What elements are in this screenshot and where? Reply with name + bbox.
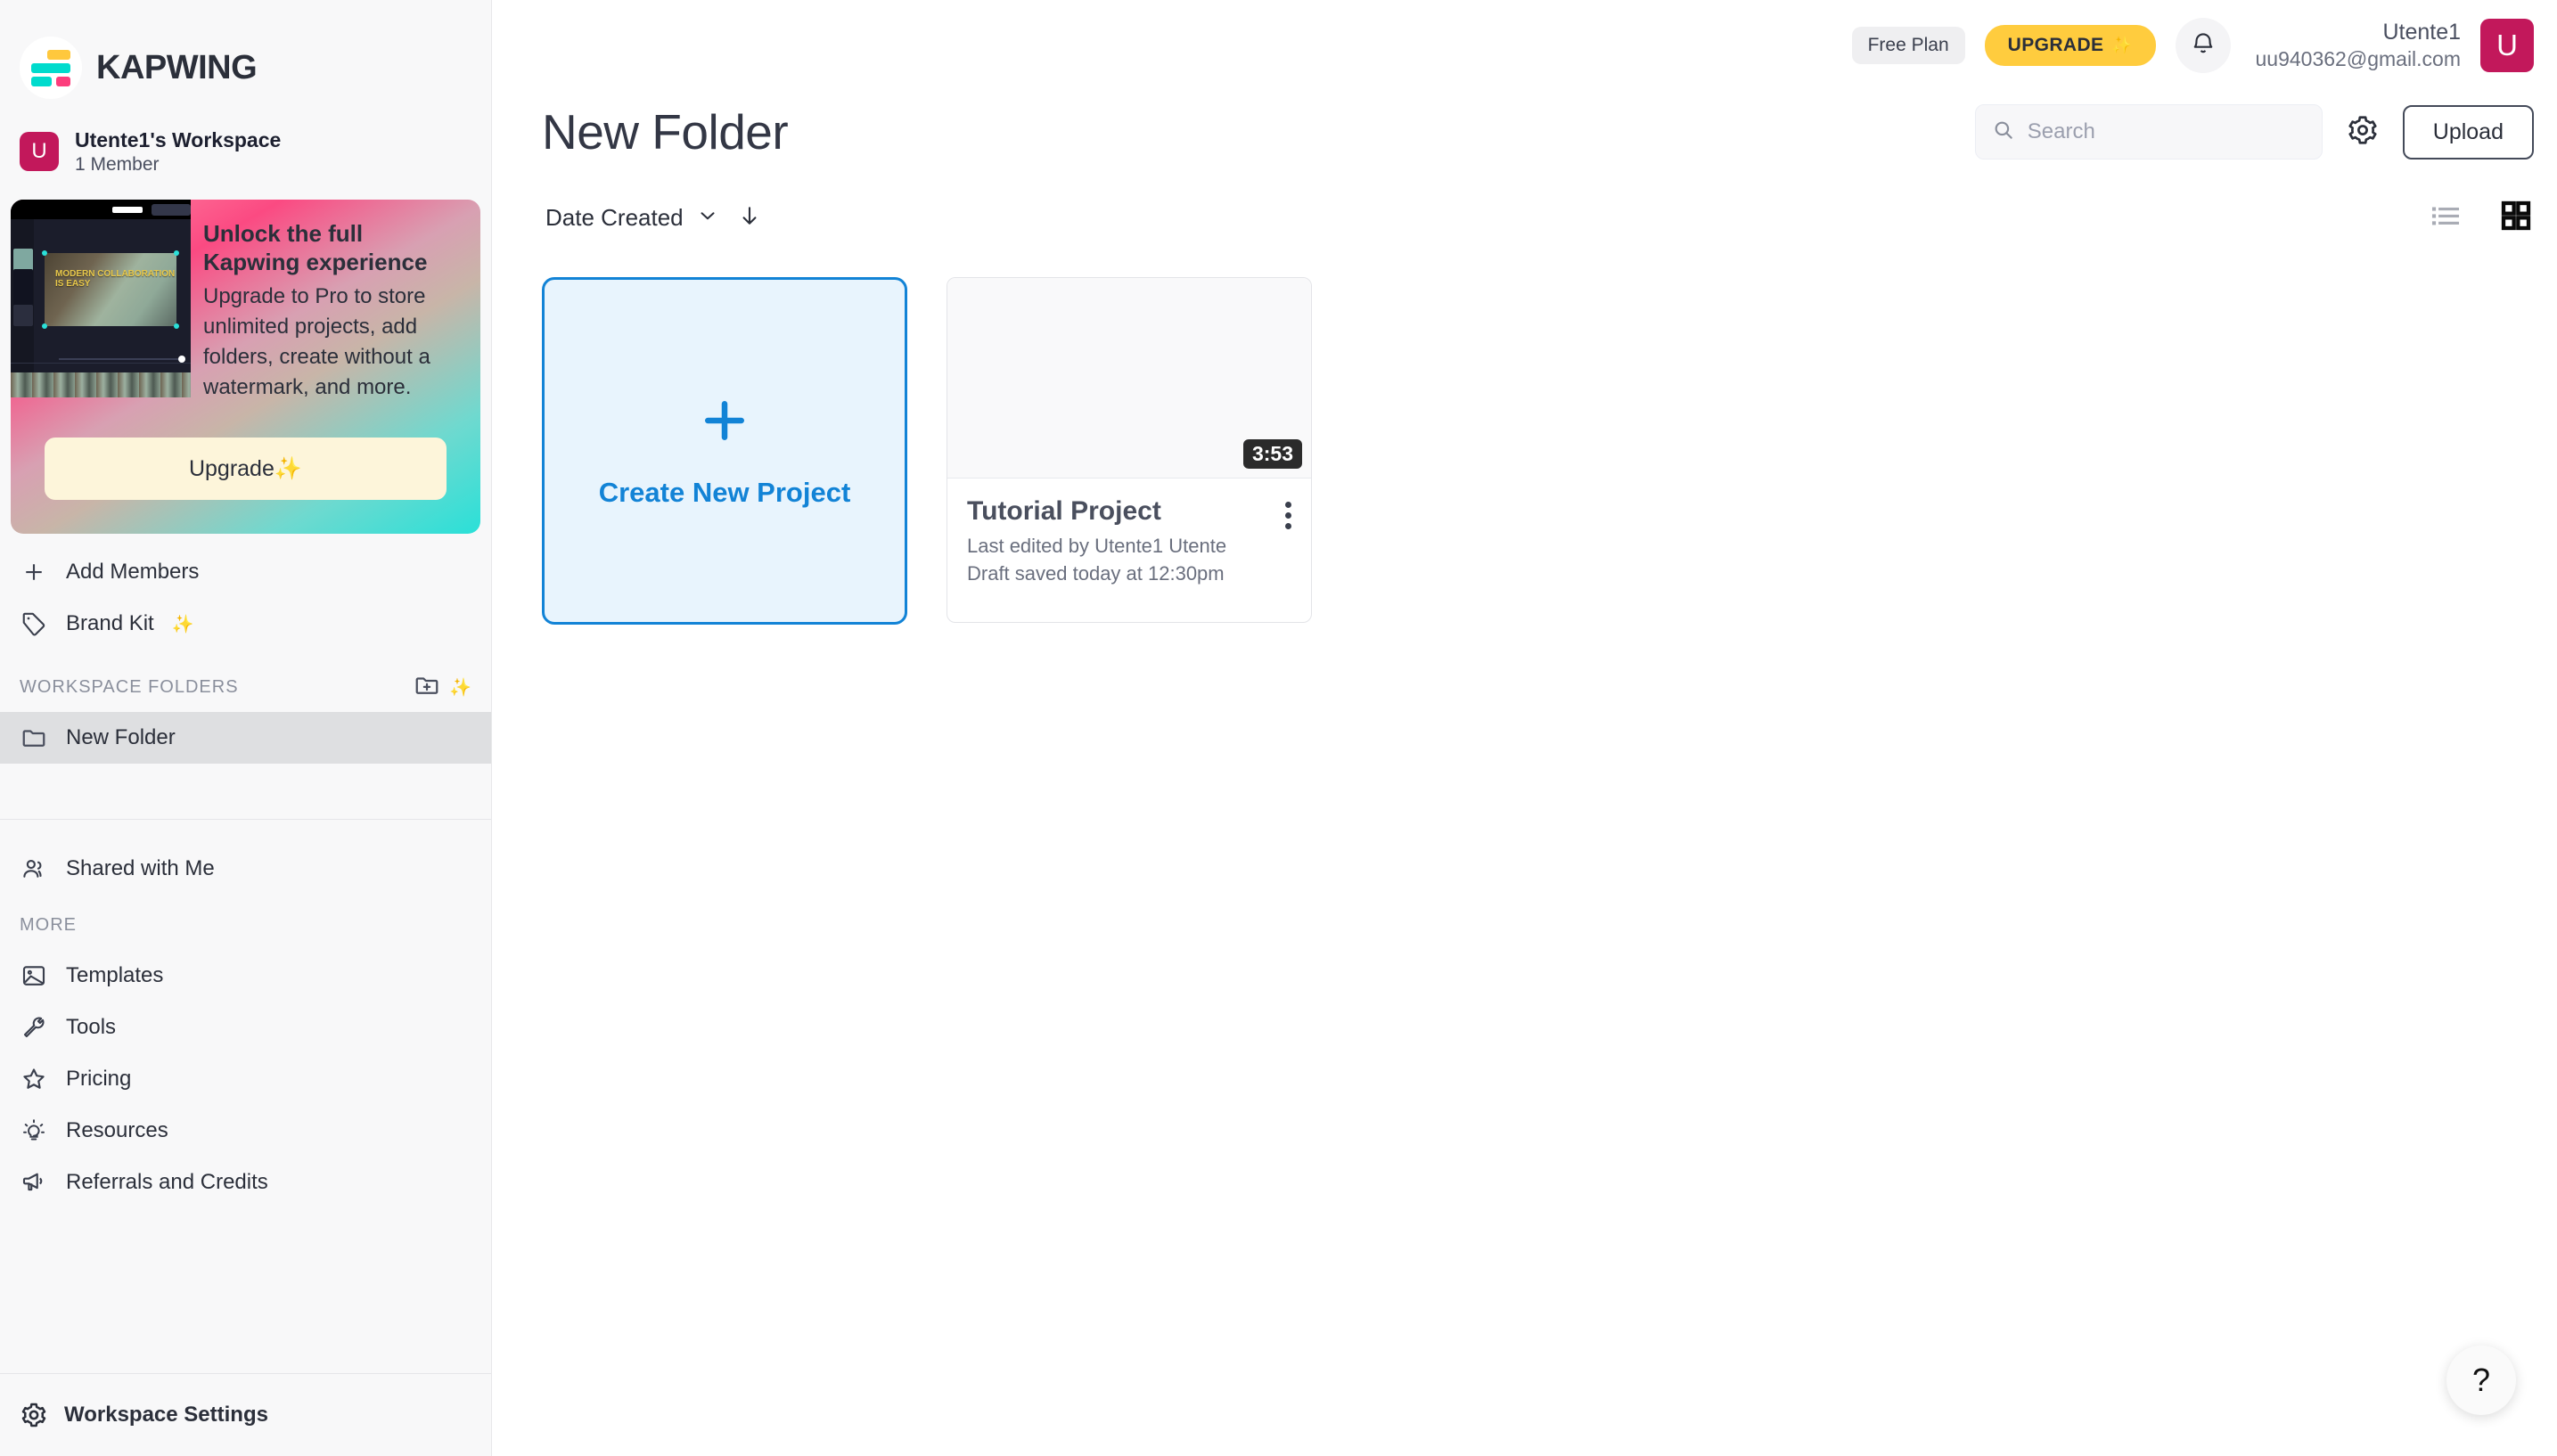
list-view-icon[interactable] <box>2429 199 2463 237</box>
main-content: Free Plan UPGRADE ✨ Utente1 uu940362@gma… <box>492 0 2557 1456</box>
search-box[interactable] <box>1974 104 2323 160</box>
sidebar-item-brand-kit[interactable]: Brand Kit ✨ <box>0 598 491 650</box>
arrow-down-icon[interactable] <box>737 203 762 233</box>
plus-icon <box>20 558 48 586</box>
megaphone-icon <box>20 1168 48 1197</box>
workspace-member-count: 1 Member <box>75 153 160 175</box>
create-new-project-label: Create New Project <box>598 476 851 508</box>
chevron-down-icon[interactable] <box>696 204 719 232</box>
plus-icon <box>698 394 751 452</box>
folder-plus-icon[interactable] <box>414 672 440 703</box>
sidebar-item-add-members[interactable]: Add Members <box>0 546 491 598</box>
workspace-title: Utente1's Workspace <box>75 127 282 151</box>
workspace-switcher[interactable]: U Utente1's Workspace 1 Member <box>0 118 491 185</box>
sort-control[interactable]: Date Created <box>545 203 762 233</box>
page-header: New Folder Upload <box>492 91 2557 160</box>
search-input[interactable] <box>2027 119 2306 144</box>
promo-body: Upgrade to Pro to store unlimited projec… <box>203 284 430 399</box>
sidebar-footer: Workspace Settings <box>0 1373 491 1456</box>
sidebar-item-label: Pricing <box>66 1067 132 1091</box>
sidebar-item-new-folder[interactable]: New Folder <box>0 712 491 764</box>
sidebar-item-label: Brand Kit <box>66 611 154 635</box>
sidebar-item-label: Referrals and Credits <box>66 1170 268 1194</box>
project-draft-saved: Draft saved today at 12:30pm <box>967 562 1225 585</box>
folder-icon <box>20 724 48 752</box>
sidebar-item-label: Resources <box>66 1118 168 1142</box>
sidebar-item-label: Templates <box>66 963 164 987</box>
kebab-menu-icon[interactable] <box>1282 498 1295 533</box>
sparkle-icon: ✨ <box>274 455 303 481</box>
star-icon <box>20 1065 48 1093</box>
sort-label: Date Created <box>545 204 684 231</box>
grid-view-icon[interactable] <box>2498 198 2534 238</box>
create-new-project-card[interactable]: Create New Project <box>542 277 907 625</box>
upgrade-button[interactable]: UPGRADE ✨ <box>1984 25 2156 66</box>
project-card[interactable]: 3:53 Tutorial Project Last edited by Ute… <box>947 277 1312 623</box>
image-icon <box>20 961 48 990</box>
kapwing-logo-icon <box>20 37 82 99</box>
upgrade-label: UPGRADE <box>2007 35 2104 55</box>
content-toolbar: Date Created <box>492 160 2557 238</box>
lightbulb-icon <box>20 1117 48 1145</box>
section-title: WORKSPACE FOLDERS <box>20 676 239 697</box>
sidebar-item-tools[interactable]: Tools <box>0 1002 491 1053</box>
upgrade-promo-card[interactable]: MODERN COLLABORATION IS EASY Unlock the … <box>11 200 480 534</box>
project-last-edited: Last edited by Utente1 Utente <box>967 535 1227 557</box>
brand-row[interactable]: KAPWING <box>0 0 491 116</box>
top-bar: Free Plan UPGRADE ✨ Utente1 uu940362@gma… <box>492 0 2557 91</box>
sidebar-item-label: New Folder <box>66 725 176 749</box>
promo-thumb-caption: MODERN COLLABORATION IS EASY <box>55 269 176 289</box>
question-mark-icon: ? <box>2471 1362 2491 1398</box>
search-icon <box>1992 119 2015 146</box>
sidebar-divider <box>0 819 491 820</box>
user-email: uu940362@gmail.com <box>2255 47 2461 70</box>
section-title: MORE <box>20 914 77 935</box>
user-name: Utente1 <box>2382 20 2461 45</box>
sidebar-item-label: Workspace Settings <box>64 1403 268 1427</box>
avatar[interactable]: U <box>2480 19 2534 72</box>
sidebar-item-resources[interactable]: Resources <box>0 1105 491 1157</box>
sparkle-icon: ✨ <box>171 614 194 634</box>
promo-upgrade-button[interactable]: Upgrade ✨ <box>45 438 447 500</box>
project-thumbnail: 3:53 <box>947 278 1311 479</box>
settings-gear-icon[interactable] <box>2346 113 2380 151</box>
upload-button[interactable]: Upload <box>2402 104 2534 160</box>
user-info[interactable]: Utente1 uu940362@gmail.com <box>2256 19 2461 72</box>
sparkle-icon: ✨ <box>2110 37 2133 55</box>
duration-badge: 3:53 <box>1242 439 1302 469</box>
sidebar-item-pricing[interactable]: Pricing <box>0 1053 491 1105</box>
project-grid: Create New Project 3:53 Tutorial Project… <box>492 238 2557 625</box>
sidebar: KAPWING U Utente1's Workspace 1 Member M… <box>0 0 492 1456</box>
sidebar-item-referrals-and-credits[interactable]: Referrals and Credits <box>0 1157 491 1208</box>
users-icon <box>20 855 48 883</box>
gear-icon <box>20 1401 48 1429</box>
sidebar-item-label: Tools <box>66 1015 117 1039</box>
bell-icon <box>2190 30 2217 61</box>
sidebar-item-shared-with-me[interactable]: Shared with Me <box>0 843 491 895</box>
sidebar-item-label: Add Members <box>66 560 200 584</box>
plan-badge: Free Plan <box>1851 27 1965 64</box>
promo-upgrade-label: Upgrade <box>188 455 275 481</box>
sidebar-item-workspace-settings[interactable]: Workspace Settings <box>0 1374 491 1456</box>
notifications-button[interactable] <box>2175 18 2231 73</box>
project-title: Tutorial Project <box>967 496 1161 526</box>
tag-icon <box>20 609 48 638</box>
promo-heading: Unlock the full Kapwing experience <box>203 220 428 275</box>
workspace-avatar: U <box>20 132 59 171</box>
view-toggle <box>2429 198 2534 238</box>
workspace-folders-section-header: WORKSPACE FOLDERS ✨ <box>0 662 491 712</box>
more-section-header: MORE <box>0 900 491 950</box>
brand-name: KAPWING <box>96 48 258 86</box>
page-title: New Folder <box>542 104 789 160</box>
promo-thumbnail-image: MODERN COLLABORATION IS EASY <box>11 200 191 397</box>
help-button[interactable]: ? <box>2446 1346 2516 1415</box>
sidebar-item-label: Shared with Me <box>66 856 215 880</box>
sidebar-item-templates[interactable]: Templates <box>0 950 491 1002</box>
wrench-icon <box>20 1013 48 1042</box>
sparkle-icon: ✨ <box>449 677 471 698</box>
